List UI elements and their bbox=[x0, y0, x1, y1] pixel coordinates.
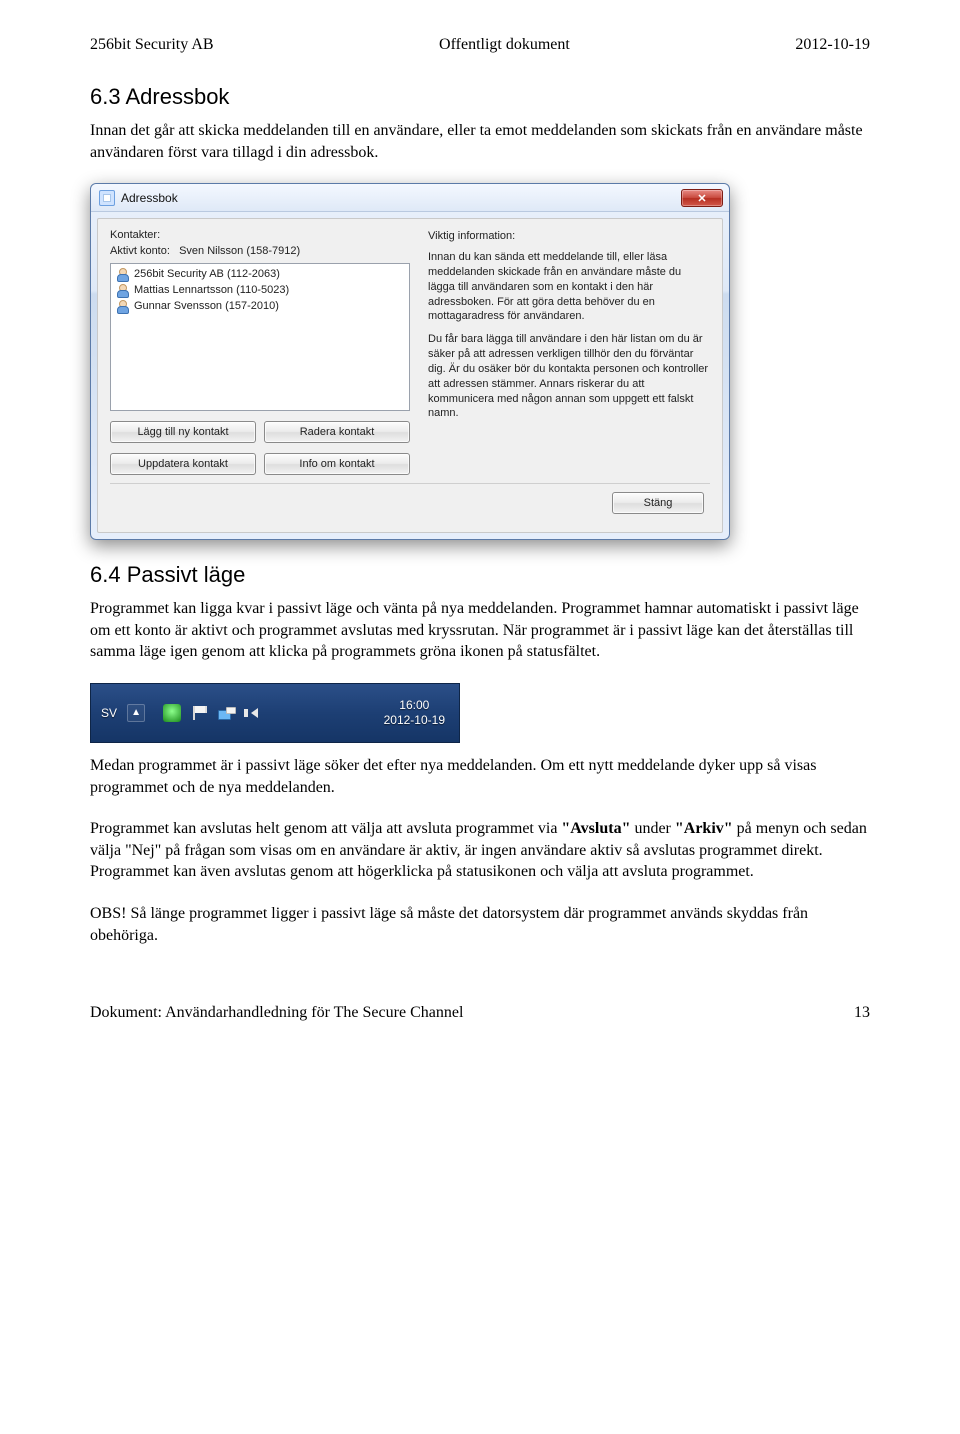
header-center: Offentligt dokument bbox=[439, 36, 570, 54]
list-item[interactable]: 256bit Security AB (112-2063) bbox=[115, 266, 405, 282]
show-hidden-icons[interactable]: ▲ bbox=[127, 704, 145, 722]
remove-contact-button[interactable]: Radera kontakt bbox=[264, 421, 410, 443]
doc-header: 256bit Security AB Offentligt dokument 2… bbox=[90, 36, 870, 54]
dialog-titlebar[interactable]: Adressbok ✕ bbox=[91, 184, 729, 212]
lang-indicator[interactable]: SV bbox=[101, 706, 117, 720]
volume-icon[interactable] bbox=[244, 704, 262, 722]
person-icon bbox=[115, 299, 129, 313]
section-6-4-body: Programmet kan ligga kvar i passivt läge… bbox=[90, 598, 870, 663]
info-p1: Innan du kan sända ett meddelande till, … bbox=[428, 250, 710, 324]
after-tray-p3: OBS! Så länge programmet ligger i passiv… bbox=[90, 903, 870, 946]
list-item[interactable]: Mattias Lennartsson (110-5023) bbox=[115, 282, 405, 298]
dialog-title: Adressbok bbox=[121, 191, 681, 205]
after-tray-p1: Medan programmet är i passivt läge söker… bbox=[90, 755, 870, 798]
footer-page-number: 13 bbox=[854, 1004, 870, 1022]
close-dialog-button[interactable]: Stäng bbox=[612, 492, 704, 514]
action-center-icon[interactable] bbox=[190, 704, 208, 722]
adressbok-dialog: Adressbok ✕ Kontakter: Aktivt konto: Sve… bbox=[90, 183, 730, 540]
section-6-4-title: 6.4 Passivt läge bbox=[90, 562, 870, 588]
section-6-3-body: Innan det går att skicka meddelanden til… bbox=[90, 120, 870, 163]
book-icon bbox=[99, 190, 115, 206]
add-contact-button[interactable]: Lägg till ny kontakt bbox=[110, 421, 256, 443]
tray-clock[interactable]: 16:00 2012-10-19 bbox=[384, 698, 459, 728]
active-account: Aktivt konto: Sven Nilsson (158-7912) bbox=[110, 245, 410, 257]
contacts-label: Kontakter: bbox=[110, 229, 410, 241]
after-tray-p2: Programmet kan avslutas helt genom att v… bbox=[90, 818, 870, 883]
list-item[interactable]: Gunnar Svensson (157-2010) bbox=[115, 298, 405, 314]
info-p2: Du får bara lägga till användare i den h… bbox=[428, 332, 710, 421]
person-icon bbox=[115, 267, 129, 281]
footer-left: Dokument: Användarhandledning för The Se… bbox=[90, 1004, 463, 1022]
person-icon bbox=[115, 283, 129, 297]
taskbar-tray: SV ▲ 16:00 2012-10-19 bbox=[90, 683, 460, 743]
contact-list[interactable]: 256bit Security AB (112-2063) Mattias Le… bbox=[110, 263, 410, 411]
network-icon[interactable] bbox=[217, 704, 235, 722]
update-contact-button[interactable]: Uppdatera kontakt bbox=[110, 453, 256, 475]
info-contact-button[interactable]: Info om kontakt bbox=[264, 453, 410, 475]
close-button[interactable]: ✕ bbox=[681, 189, 723, 207]
app-tray-icon[interactable] bbox=[163, 704, 181, 722]
doc-footer: Dokument: Användarhandledning för The Se… bbox=[90, 1004, 870, 1022]
section-6-3-title: 6.3 Adressbok bbox=[90, 84, 870, 110]
header-left: 256bit Security AB bbox=[90, 36, 214, 54]
header-right: 2012-10-19 bbox=[795, 36, 870, 54]
info-label: Viktig information: bbox=[428, 229, 710, 244]
